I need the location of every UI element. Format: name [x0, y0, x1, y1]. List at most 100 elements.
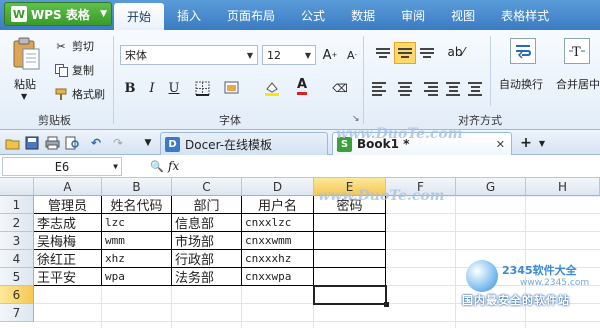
print-icon[interactable]: [44, 135, 60, 151]
expand-icon[interactable]: ↘: [352, 114, 360, 124]
close-icon[interactable]: ✕: [496, 138, 505, 151]
increase-indent-icon[interactable]: [464, 78, 486, 100]
align-left-icon[interactable]: [372, 78, 394, 100]
align-center-icon[interactable]: [394, 78, 416, 100]
formula-input[interactable]: [186, 158, 598, 176]
watermark-name: 2345软件大全: [502, 264, 577, 277]
align-top-icon[interactable]: [372, 42, 394, 64]
italic-button[interactable]: I: [142, 78, 162, 98]
print-preview-icon[interactable]: [64, 135, 80, 151]
divider: [363, 36, 364, 124]
cut-label: 剪切: [72, 40, 94, 53]
column-header-h[interactable]: H: [526, 178, 600, 196]
row-header-2[interactable]: 2: [0, 214, 34, 232]
divider: [113, 36, 114, 124]
copy-button[interactable]: 复制: [54, 62, 94, 78]
decrease-indent-icon[interactable]: [442, 78, 464, 100]
name-box-value: E6: [54, 159, 70, 174]
scissors-icon: ✂: [56, 39, 66, 53]
column-header-d[interactable]: D: [242, 178, 314, 196]
row-header-7[interactable]: 7: [0, 304, 34, 322]
divider: [490, 36, 491, 106]
fill-handle[interactable]: [384, 302, 389, 307]
wps-menu-button[interactable]: W WPS 表格 ▼: [4, 2, 112, 26]
chevron-down-icon: ▼: [100, 9, 107, 19]
column-header-c[interactable]: C: [172, 178, 242, 196]
open-folder-icon[interactable]: [4, 135, 20, 151]
row-header-5[interactable]: 5: [0, 268, 34, 286]
watermark-slogan: 国内最安全的软件站: [462, 294, 570, 307]
tab-table-style[interactable]: 表格样式: [488, 0, 562, 30]
column-header-g[interactable]: G: [456, 178, 526, 196]
paste-icon[interactable]: [10, 36, 42, 72]
grow-font-icon[interactable]: A +: [320, 45, 340, 65]
doc-tab-docer[interactable]: D Docer-在线模板: [160, 132, 328, 155]
tab-formulas[interactable]: 公式: [288, 0, 338, 30]
font-size-select[interactable]: 12 ▼: [262, 45, 316, 65]
ribbon: 粘贴 ▼ ✂ 剪切 复制 格式刷 剪贴板 宋体 ▼ 12 ▼ A + A- B I…: [0, 30, 600, 130]
row-header-6[interactable]: 6: [0, 286, 34, 304]
tab-home[interactable]: 开始: [114, 3, 165, 30]
align-middle-icon[interactable]: [394, 42, 416, 64]
shrink-font-icon[interactable]: A-: [342, 45, 362, 65]
fill-style-icon[interactable]: [222, 78, 242, 98]
wps-logo-icon: W: [11, 6, 27, 22]
clipboard-group-label: 剪贴板: [38, 114, 71, 127]
save-icon[interactable]: [24, 135, 40, 151]
select-all-corner[interactable]: [0, 178, 34, 196]
column-header-a[interactable]: A: [34, 178, 102, 196]
tab-insert[interactable]: 插入: [164, 0, 214, 30]
tab-review[interactable]: 审阅: [388, 0, 438, 30]
tab-page-layout[interactable]: 页面布局: [214, 0, 288, 30]
merge-center-icon[interactable]: T: [564, 38, 590, 64]
font-size-value: 12: [267, 48, 281, 62]
ribbon-tabs: 开始 插入 页面布局 公式 数据 审阅 视图 表格样式: [114, 0, 562, 30]
align-right-icon[interactable]: [416, 78, 438, 100]
paste-button[interactable]: 粘贴: [14, 76, 36, 92]
align-bottom-icon[interactable]: [416, 42, 438, 64]
name-box[interactable]: E6 ▼: [2, 157, 122, 176]
fx-icon[interactable]: fx: [168, 159, 179, 173]
wps-menu-label: WPS 表格: [31, 7, 90, 22]
row-header-1[interactable]: 1: [0, 196, 34, 214]
tab-data[interactable]: 数据: [338, 0, 388, 30]
font-group-label: 字体: [219, 114, 241, 127]
format-painter-button[interactable]: 格式刷: [54, 86, 105, 102]
chevron-down-icon: ▼: [246, 50, 254, 60]
bold-button[interactable]: B: [120, 78, 140, 98]
row-header-3[interactable]: 3: [0, 232, 34, 250]
undo-icon[interactable]: ↶: [88, 135, 104, 151]
column-header-b[interactable]: B: [102, 178, 172, 196]
2345-logo-icon: [466, 260, 498, 292]
2345-watermark-badge: 2345软件大全 www.2345.com 国内最安全的软件站: [462, 258, 598, 307]
clear-format-icon[interactable]: ⌫: [330, 78, 350, 98]
copy-icon: [54, 63, 68, 77]
fill-color-icon[interactable]: [262, 78, 282, 98]
row-header-4[interactable]: 4: [0, 250, 34, 268]
quick-access-bar: ↶ ↷ ▼ D Docer-在线模板 S Book1 * ✕ + ▼: [0, 130, 600, 155]
merge-center-button[interactable]: 合并居中: [556, 76, 600, 92]
chevron-down-icon: ▼: [304, 50, 312, 60]
svg-text:T: T: [572, 45, 581, 59]
docer-icon: D: [165, 136, 180, 152]
brush-icon: [54, 87, 68, 101]
new-tab-icon[interactable]: +: [516, 135, 536, 151]
customize-icon[interactable]: ▼: [140, 135, 156, 151]
chevron-down-icon[interactable]: ▼: [21, 92, 27, 101]
wrap-text-button[interactable]: 自动换行: [499, 76, 543, 92]
duote-watermark: www.DuoTe.com: [318, 188, 445, 204]
font-color-icon[interactable]: A: [292, 76, 312, 96]
font-name-select[interactable]: 宋体 ▼: [120, 45, 258, 65]
cut-button[interactable]: ✂ 剪切: [54, 38, 94, 54]
watermark-url: www.2345.com: [520, 278, 590, 288]
underline-button[interactable]: U: [164, 78, 184, 98]
redo-icon[interactable]: ↷: [110, 135, 126, 151]
tab-view[interactable]: 视图: [438, 0, 488, 30]
chevron-down-icon[interactable]: ▼: [534, 135, 550, 151]
border-icon[interactable]: [192, 78, 212, 98]
search-icon[interactable]: 🔍: [150, 160, 164, 173]
title-bar: W WPS 表格 ▼ 开始 插入 页面布局 公式 数据 审阅 视图 表格样式: [0, 0, 600, 30]
font-name-value: 宋体: [125, 49, 147, 62]
orientation-icon[interactable]: ab⁄: [446, 42, 466, 62]
wrap-text-icon[interactable]: [510, 38, 536, 64]
